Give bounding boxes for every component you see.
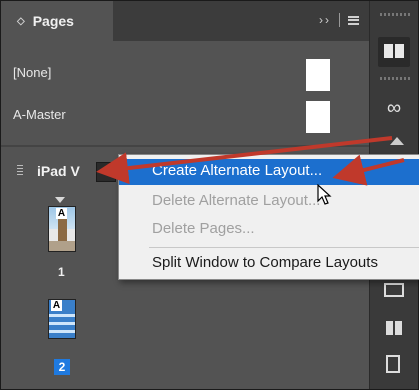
page-thumbnail-2[interactable]: A (48, 299, 76, 339)
toolbar-grip[interactable] (380, 13, 410, 16)
collapse-arrows-icon[interactable]: ◇ (17, 16, 25, 27)
toolbar-grip[interactable] (380, 77, 410, 80)
mouse-cursor-icon (317, 184, 332, 205)
collapse-panel-icon[interactable]: ›› (319, 13, 331, 27)
menu-item-create-alternate-layout[interactable]: Create Alternate Layout... (119, 159, 419, 185)
layout-dropdown-button[interactable] (96, 162, 116, 182)
links-icon[interactable]: ∞ (378, 93, 410, 123)
master-letter: A (56, 208, 67, 219)
master-letter: A (51, 300, 62, 311)
toolbar-arrow-icon (390, 137, 404, 145)
drag-grip-icon[interactable] (17, 165, 23, 177)
panel-controls: ›› (319, 13, 359, 27)
layout-context-menu: Create Alternate Layout... Delete Altern… (118, 154, 419, 280)
menu-item-delete-pages[interactable]: Delete Pages... (119, 217, 419, 243)
tab-pages[interactable]: ◇ Pages (1, 1, 113, 41)
master-thumbnail[interactable] (306, 59, 330, 91)
page-number-2-selected[interactable]: 2 (54, 359, 70, 375)
panel-tab-bar: ◇ Pages ›› (1, 1, 369, 41)
master-row-a-master[interactable]: A-Master (1, 95, 369, 139)
panel-menu-icon[interactable] (348, 15, 359, 25)
book-icon[interactable] (378, 349, 410, 379)
page-number-1[interactable]: 1 (58, 265, 65, 279)
master-row-none[interactable]: [None] (1, 53, 369, 97)
current-page-marker-icon (55, 197, 65, 203)
master-thumbnail[interactable] (306, 101, 330, 133)
page-thumbnail-1[interactable]: A (48, 206, 76, 252)
panel-divider[interactable] (1, 145, 369, 147)
grid-icon[interactable] (378, 313, 410, 343)
menu-separator (149, 247, 419, 248)
layout-name: iPad V (37, 163, 80, 179)
master-label: [None] (13, 65, 52, 80)
tab-pages-label: Pages (32, 13, 74, 29)
menu-item-delete-alternate-layout[interactable]: Delete Alternate Layout... (119, 189, 419, 215)
menu-item-split-window[interactable]: Split Window to Compare Layouts (119, 251, 419, 277)
pages-icon[interactable] (378, 37, 410, 67)
master-label: A-Master (13, 107, 66, 122)
divider (339, 13, 340, 27)
layout-header: iPad V (1, 157, 121, 185)
